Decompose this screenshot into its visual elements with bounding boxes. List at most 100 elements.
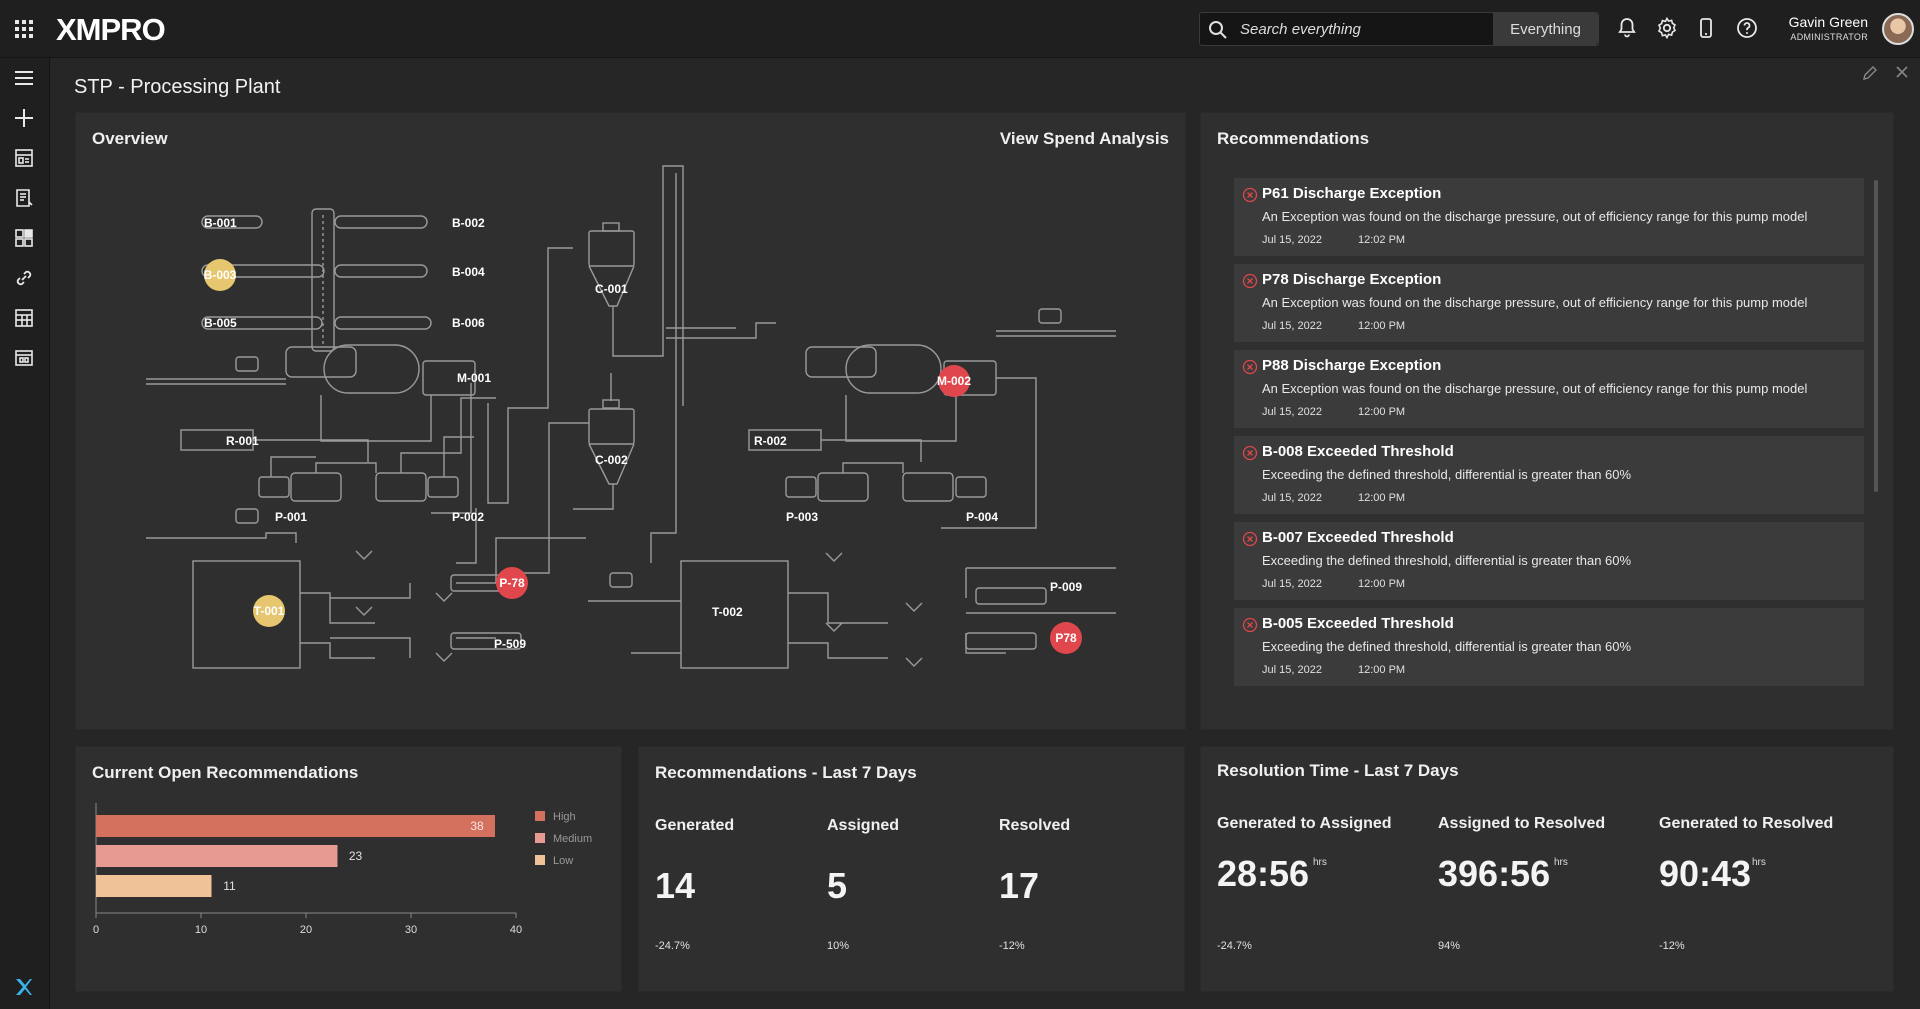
error-circle-icon bbox=[1242, 273, 1258, 289]
calculator-icon[interactable] bbox=[13, 307, 35, 329]
apps-icon[interactable] bbox=[13, 227, 35, 249]
bell-icon[interactable] bbox=[1615, 16, 1639, 40]
error-circle-icon bbox=[1242, 187, 1258, 203]
legend-swatch-medium bbox=[535, 833, 545, 843]
xmpro-logo[interactable]: XMPRO bbox=[56, 12, 166, 48]
recommendation-time: 12:00 PM bbox=[1358, 664, 1406, 676]
process-diagram: B-001 B-002 B-004 B-005 B-006 M-001 C-00… bbox=[146, 165, 1116, 669]
label-b001: B-001 bbox=[204, 216, 237, 230]
metric-assigned-label: Assigned bbox=[827, 817, 900, 834]
label-p003: P-003 bbox=[786, 510, 818, 524]
status-marker-p78[interactable]: P-78 bbox=[496, 567, 528, 599]
recommendation-time: 12:00 PM bbox=[1358, 492, 1406, 504]
recommendation-description: An Exception was found on the discharge … bbox=[1262, 295, 1808, 310]
recommendation-title: B-008 Exceeded Threshold bbox=[1262, 443, 1454, 460]
gen-to-assigned-change: -24.7% bbox=[1217, 940, 1252, 952]
page-title: STP - Processing Plant bbox=[74, 76, 281, 98]
recommendation-date: Jul 15, 2022 bbox=[1262, 664, 1322, 676]
resolution-time-title: Resolution Time - Last 7 Days bbox=[1217, 761, 1459, 780]
menu-icon[interactable] bbox=[13, 67, 35, 89]
gear-icon[interactable] bbox=[1655, 16, 1679, 40]
label-m001: M-001 bbox=[457, 371, 491, 385]
recommendation-time: 12:00 PM bbox=[1358, 320, 1406, 332]
error-circle-icon bbox=[1242, 617, 1258, 633]
recommendation-description: Exceeding the defined threshold, differe… bbox=[1262, 467, 1632, 482]
recommendation-description: Exceeding the defined threshold, differe… bbox=[1262, 553, 1632, 568]
dashboard-icon[interactable] bbox=[13, 147, 35, 169]
label-b006: B-006 bbox=[452, 316, 485, 330]
overview-panel: Overview View Spend Analysis B-001 B-002… bbox=[75, 112, 1186, 730]
svg-text:T-001: T-001 bbox=[254, 604, 285, 618]
recommendation-description: An Exception was found on the discharge … bbox=[1262, 209, 1808, 224]
user-name[interactable]: Gavin Green bbox=[1728, 14, 1868, 30]
legend-label-medium: Medium bbox=[553, 833, 592, 845]
label-r001: R-001 bbox=[226, 434, 259, 448]
gen-to-assigned-value: 28:56 bbox=[1217, 853, 1310, 894]
search-icon[interactable] bbox=[1208, 20, 1228, 40]
label-p002: P-002 bbox=[452, 510, 484, 524]
search-input[interactable] bbox=[1240, 19, 1480, 39]
metric-resolved-value: 17 bbox=[999, 865, 1040, 906]
bar-value-label: 38 bbox=[470, 819, 484, 833]
status-marker-b003[interactable]: B-003 bbox=[204, 259, 237, 291]
recommendations-icon[interactable] bbox=[13, 187, 35, 209]
svg-text:M-002: M-002 bbox=[937, 374, 971, 388]
recommendation-card[interactable]: B-008 Exceeded Threshold Exceeding the de… bbox=[1234, 436, 1864, 514]
search-scope-dropdown[interactable]: Everything bbox=[1493, 13, 1598, 45]
recommendation-card[interactable]: P78 Discharge Exception An Exception was … bbox=[1234, 264, 1864, 342]
recommendations-scrollbar[interactable] bbox=[1874, 180, 1878, 492]
x-tick-label: 0 bbox=[93, 924, 99, 936]
gen-to-assigned-label: Generated to Assigned bbox=[1217, 815, 1392, 832]
error-circle-icon bbox=[1242, 531, 1258, 547]
pencil-icon[interactable] bbox=[1861, 64, 1879, 82]
recommendation-date: Jul 15, 2022 bbox=[1262, 320, 1322, 332]
recommendation-card[interactable]: B-005 Exceeded Threshold Exceeding the de… bbox=[1234, 608, 1864, 686]
recommendation-description: An Exception was found on the discharge … bbox=[1262, 381, 1808, 396]
avatar[interactable] bbox=[1882, 13, 1914, 45]
metric-generated-value: 14 bbox=[655, 865, 696, 906]
status-marker-t001[interactable]: T-001 bbox=[253, 595, 285, 627]
recommendation-card[interactable]: P88 Discharge Exception An Exception was … bbox=[1234, 350, 1864, 428]
label-b005: B-005 bbox=[204, 316, 237, 330]
gen-to-resolved-unit: hrs bbox=[1752, 857, 1766, 868]
recommendation-title: P61 Discharge Exception bbox=[1262, 185, 1442, 202]
top-bar: XMPRO Everything Gavin Green ADMINISTRAT… bbox=[0, 0, 1920, 58]
error-circle-icon bbox=[1242, 359, 1258, 375]
gen-to-assigned-unit: hrs bbox=[1313, 857, 1327, 868]
open-recommendations-panel: Current Open Recommendations 38 23 11 0 10 20… bbox=[75, 746, 622, 992]
legend-swatch-low bbox=[535, 855, 545, 865]
bar-high bbox=[96, 815, 495, 837]
svg-text:B-003: B-003 bbox=[204, 268, 237, 282]
label-p001: P-001 bbox=[275, 510, 307, 524]
report-icon[interactable] bbox=[13, 347, 35, 369]
label-b004: B-004 bbox=[452, 265, 485, 279]
label-b002: B-002 bbox=[452, 216, 485, 230]
close-icon[interactable] bbox=[1894, 64, 1910, 80]
legend-label-low: Low bbox=[553, 855, 573, 867]
recommendation-title: P78 Discharge Exception bbox=[1262, 271, 1442, 288]
recommendation-date: Jul 15, 2022 bbox=[1262, 406, 1322, 418]
x-tick-label: 30 bbox=[405, 924, 417, 936]
x-tick-label: 10 bbox=[195, 924, 207, 936]
mobile-icon[interactable] bbox=[1694, 16, 1718, 40]
open-recommendations-chart: 38 23 11 0 10 20 30 40 High Medium Low bbox=[93, 803, 592, 936]
label-t002: T-002 bbox=[712, 605, 743, 619]
status-marker-p78-b[interactable]: P78 bbox=[1050, 622, 1082, 654]
error-circle-icon bbox=[1242, 445, 1258, 461]
last7-panel: Recommendations - Last 7 Days Generated … bbox=[638, 746, 1185, 992]
metric-assigned-value: 5 bbox=[827, 865, 848, 906]
recommendation-card[interactable]: B-007 Exceeded Threshold Exceeding the de… bbox=[1234, 522, 1864, 600]
recommendation-time: 12:00 PM bbox=[1358, 406, 1406, 418]
last7-title: Recommendations - Last 7 Days bbox=[655, 763, 917, 782]
label-c002: C-002 bbox=[595, 453, 628, 467]
apps-grid-icon[interactable] bbox=[14, 19, 34, 39]
bar-low bbox=[96, 875, 212, 897]
link-icon[interactable] bbox=[13, 267, 35, 289]
recommendation-date: Jul 15, 2022 bbox=[1262, 578, 1322, 590]
xmpro-mark-icon[interactable] bbox=[13, 976, 35, 998]
svg-text:P-78: P-78 bbox=[499, 576, 525, 590]
metric-resolved-change: -12% bbox=[999, 940, 1025, 952]
plus-icon[interactable] bbox=[13, 107, 35, 129]
recommendation-card[interactable]: P61 Discharge Exception An Exception was … bbox=[1234, 178, 1864, 256]
status-marker-m002[interactable]: M-002 bbox=[937, 365, 971, 397]
